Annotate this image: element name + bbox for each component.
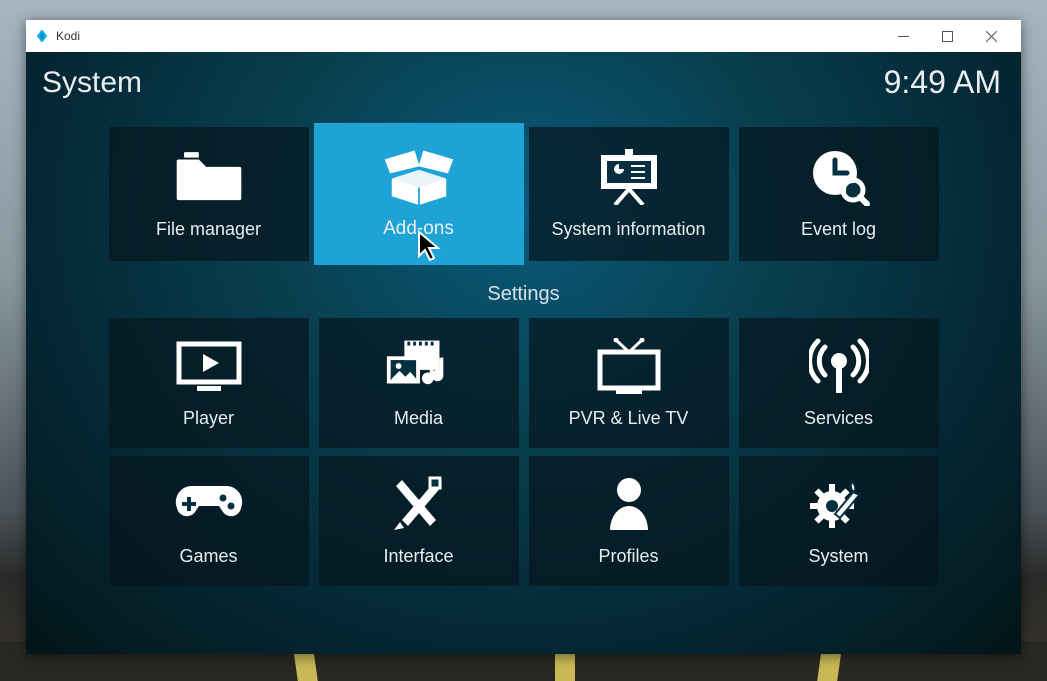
player-icon (173, 338, 245, 394)
folder-icon (173, 149, 245, 205)
top-row: File manager Add-ons System information … (109, 127, 939, 261)
titlebar: Kodi (26, 20, 1021, 52)
section-label: Settings (487, 283, 559, 306)
app-window: Kodi System 9:49 AM File manager Add-ons (26, 20, 1021, 654)
tile-label: Player (183, 408, 234, 429)
tile-file-manager[interactable]: File manager (109, 127, 309, 261)
gear-wrench-icon (803, 476, 875, 532)
tile-profiles[interactable]: Profiles (529, 456, 729, 586)
page-title: System (42, 66, 142, 100)
kodi-logo-icon (34, 28, 50, 44)
tile-label: Interface (383, 546, 453, 567)
gamepad-icon (173, 476, 245, 532)
tile-system[interactable]: System (739, 456, 939, 586)
design-tools-icon (383, 476, 455, 532)
tv-icon (593, 338, 665, 394)
tile-label: Add-ons (383, 218, 454, 240)
clock: 9:49 AM (884, 64, 1001, 101)
tile-addons[interactable]: Add-ons (314, 123, 524, 265)
tile-label: File manager (156, 219, 261, 240)
mid-row: Player Media (109, 318, 939, 448)
profile-icon (593, 476, 665, 532)
tile-player[interactable]: Player (109, 318, 309, 448)
tile-label: PVR & Live TV (569, 408, 689, 429)
tile-pvr[interactable]: PVR & Live TV (529, 318, 729, 448)
media-icon (383, 338, 455, 394)
tile-interface[interactable]: Interface (319, 456, 519, 586)
minimize-button[interactable] (881, 20, 925, 52)
header: System 9:49 AM (26, 52, 1021, 109)
tile-system-information[interactable]: System information (529, 127, 729, 261)
tile-label: Media (394, 408, 443, 429)
tile-label: Services (804, 408, 873, 429)
tile-services[interactable]: Services (739, 318, 939, 448)
maximize-button[interactable] (925, 20, 969, 52)
bottom-row: Games Interface Profiles (109, 456, 939, 586)
close-button[interactable] (969, 20, 1013, 52)
tile-games[interactable]: Games (109, 456, 309, 586)
tile-event-log[interactable]: Event log (739, 127, 939, 261)
tile-label: Event log (801, 219, 876, 240)
window-title: Kodi (56, 29, 80, 43)
tile-label: Games (179, 546, 237, 567)
box-icon (383, 148, 455, 204)
content: File manager Add-ons System information … (26, 109, 1021, 654)
tile-label: System (808, 546, 868, 567)
tile-media[interactable]: Media (319, 318, 519, 448)
tile-label: Profiles (598, 546, 658, 567)
clock-search-icon (803, 149, 875, 205)
broadcast-icon (803, 338, 875, 394)
tile-label: System information (551, 219, 705, 240)
presentation-icon (593, 149, 665, 205)
